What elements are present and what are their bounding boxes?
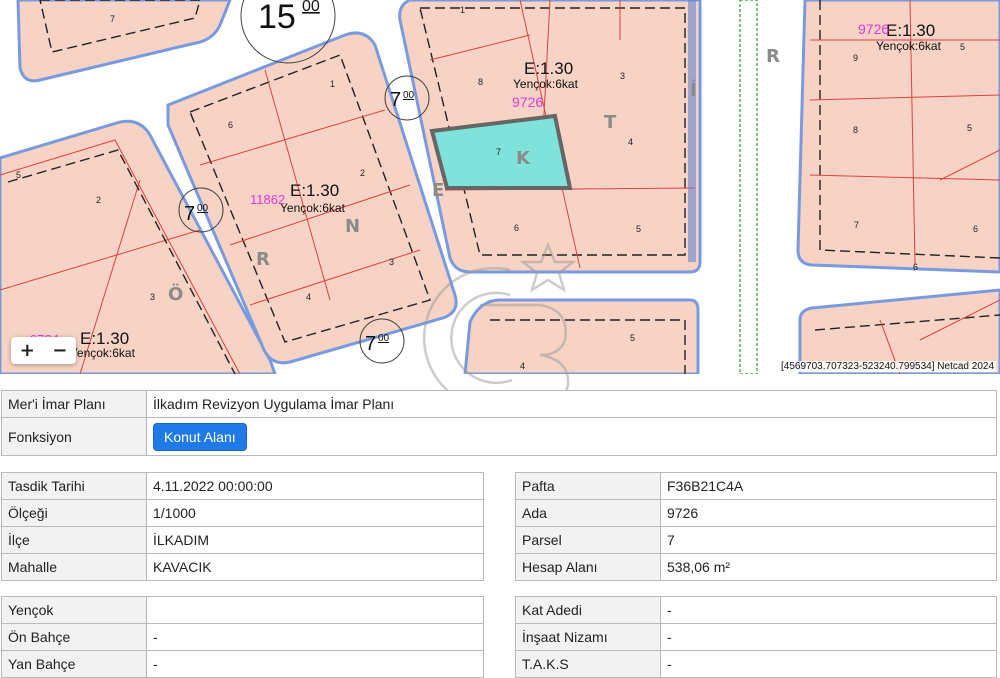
plan-label: Mer'i İmar Planı [1, 390, 147, 418]
map-canvas: 15 00 7 00 7 00 7 00 E:1.30 Yençok:6kat … [0, 0, 1000, 374]
table-row: Fonksiyon Konut Alanı [1, 417, 997, 456]
building-table: Kat Adedi - İnşaat Nizamı - T.A.K.S - [515, 596, 997, 678]
svg-text:5: 5 [16, 170, 21, 180]
table-row: Yan Bahçe - [1, 650, 484, 678]
svg-text:Yençok:6kat: Yençok:6kat [70, 346, 136, 360]
svg-text:Ö: Ö [168, 283, 183, 305]
svg-text:00: 00 [378, 333, 390, 344]
zone-label-1: E:1.30 [524, 59, 573, 78]
svg-text:İ: İ [690, 79, 697, 101]
zoning-map[interactable]: 15 00 7 00 7 00 7 00 E:1.30 Yençok:6kat … [0, 0, 1000, 374]
road-width-7c: 7 [365, 333, 376, 355]
svg-text:4: 4 [306, 292, 311, 302]
setback-table: Yençok Ön Bahçe - Yan Bahçe - [1, 596, 484, 678]
svg-text:9726: 9726 [512, 94, 543, 110]
function-label: Fonksiyon [1, 417, 147, 456]
svg-text:5: 5 [630, 333, 635, 343]
svg-text:6: 6 [514, 223, 519, 233]
road-width-7a: 7 [390, 89, 401, 111]
svg-text:5: 5 [636, 224, 641, 234]
svg-text:1: 1 [460, 5, 465, 15]
svg-text:6: 6 [913, 262, 918, 272]
map-coordinates: [4569703.707323-523240.799534] Netcad 20… [779, 361, 996, 372]
zone-label-2: E:1.30 [290, 181, 339, 200]
svg-text:7: 7 [110, 14, 115, 24]
svg-text:Yençok:6kat: Yençok:6kat [513, 77, 579, 91]
svg-text:9726: 9726 [858, 21, 889, 37]
parcel-table: Pafta F36B21C4A Ada 9726 Parsel 7 Hesap Ala… [515, 472, 997, 581]
svg-text:7: 7 [496, 147, 501, 157]
svg-text:2: 2 [360, 168, 365, 178]
table-row: Ön Bahçe - [1, 623, 484, 651]
svg-text:11862: 11862 [250, 192, 285, 207]
svg-text:5: 5 [967, 123, 972, 133]
svg-text:Yençok:6kat: Yençok:6kat [280, 201, 346, 215]
zone-label-3: E:1.30 [886, 21, 935, 40]
svg-text:2: 2 [96, 195, 101, 205]
function-konut-button[interactable]: Konut Alanı [153, 422, 247, 451]
approval-table: Tasdik Tarihi 4.11.2022 00:00:00 Ölçeği 1/… [1, 472, 484, 581]
table-row: Pafta F36B21C4A [515, 472, 997, 500]
plan-value: İlkadım Revizyon Uygulama İmar Planı [146, 390, 997, 418]
svg-text:8: 8 [478, 77, 483, 87]
svg-text:4: 4 [628, 137, 633, 147]
road-width-15: 15 [258, 0, 296, 36]
table-row: Yençok [1, 596, 484, 624]
svg-text:00: 00 [403, 90, 415, 101]
table-row: Mahalle KAVACIK [1, 553, 484, 581]
svg-text:3: 3 [620, 71, 625, 81]
table-row: Hesap Alanı 538,06 m² [515, 553, 997, 581]
table-row: Ada 9726 [515, 499, 997, 527]
svg-text:8: 8 [853, 125, 858, 135]
svg-text:3: 3 [150, 292, 155, 302]
zoom-in-button[interactable]: + [20, 341, 35, 360]
svg-text:R: R [256, 249, 270, 270]
table-row: Kat Adedi - [515, 596, 997, 624]
svg-text:Yençok:6kat: Yençok:6kat [876, 39, 942, 53]
table-row: T.A.K.S - [515, 650, 997, 678]
svg-text:6: 6 [973, 224, 978, 234]
svg-text:4: 4 [520, 361, 525, 371]
svg-text:T: T [604, 112, 617, 133]
svg-text:00: 00 [302, 0, 320, 15]
zoom-control: + − [11, 337, 76, 364]
plan-table: Mer'i İmar Planı İlkadım Revizyon Uygula… [1, 390, 997, 456]
svg-text:E: E [432, 180, 444, 201]
table-row: Parsel 7 [515, 526, 997, 554]
zoom-out-button[interactable]: − [52, 341, 67, 360]
road-width-7b: 7 [184, 203, 195, 225]
svg-text:9: 9 [853, 53, 858, 63]
svg-text:K: K [516, 148, 531, 169]
svg-text:5: 5 [960, 42, 965, 52]
svg-text:6: 6 [228, 120, 233, 130]
table-row: Mer'i İmar Planı İlkadım Revizyon Uygula… [1, 390, 997, 418]
table-row: İnşaat Nizamı - [515, 623, 997, 651]
svg-text:7: 7 [854, 220, 859, 230]
svg-text:1: 1 [330, 79, 335, 89]
table-row: İlçe İLKADIM [1, 526, 484, 554]
svg-text:00: 00 [197, 203, 209, 214]
table-row: Ölçeği 1/1000 [1, 499, 484, 527]
svg-text:3: 3 [389, 257, 394, 267]
svg-text:N: N [345, 216, 360, 237]
svg-text:R: R [766, 46, 780, 67]
table-row: Tasdik Tarihi 4.11.2022 00:00:00 [1, 472, 484, 500]
